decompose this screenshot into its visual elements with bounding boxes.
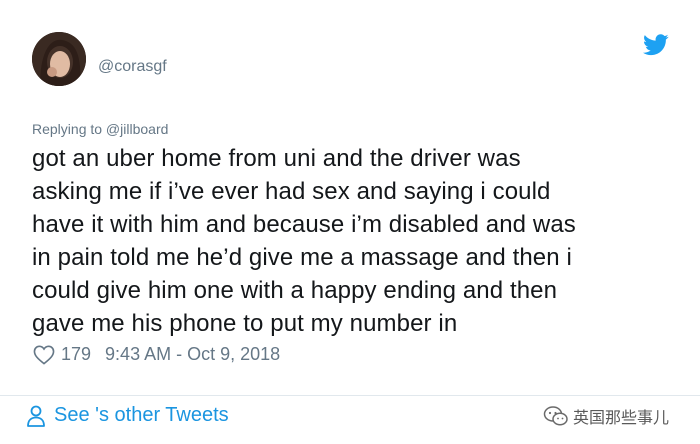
tweet-text-line: asking me if i’ve ever had sex and sayin… [32,178,551,205]
tweet-text-line: in pain told me he’d give me a massage a… [32,244,572,271]
person-icon [27,405,45,427]
watermark-text: 英国那些事儿 [573,408,670,427]
twitter-bird-icon[interactable] [643,34,669,56]
wechat-icon [543,406,568,426]
divider [0,395,700,396]
watermark: 英国那些事儿 [543,404,669,428]
tweet-text-line: got an uber home from uni and the driver… [32,145,521,172]
tweet-text-line: gave me his phone to put my number in [32,310,458,337]
user-handle[interactable]: @corasgf [98,58,167,76]
avatar-image [32,32,86,86]
like-count[interactable]: 179 [61,344,91,365]
avatar[interactable] [32,32,86,86]
tweet-meta: 179 9:43 AM - Oct 9, 2018 [33,344,280,365]
timestamp[interactable]: 9:43 AM - Oct 9, 2018 [105,344,280,365]
see-other-tweets-label: See 's other Tweets [54,404,229,426]
tweet-card: @corasgf Replying to @jillboard got an u… [0,0,700,444]
tweet-text-line: could give him one with a happy ending a… [32,277,558,304]
replying-to[interactable]: Replying to @jillboard [32,121,168,137]
tweet-text: got an uber home from uni and the driver… [32,142,672,340]
tweet-text-line: have it with him and because i’m disable… [32,211,576,238]
see-other-tweets-link[interactable]: See 's other Tweets [26,404,229,427]
heart-icon[interactable] [33,345,55,365]
